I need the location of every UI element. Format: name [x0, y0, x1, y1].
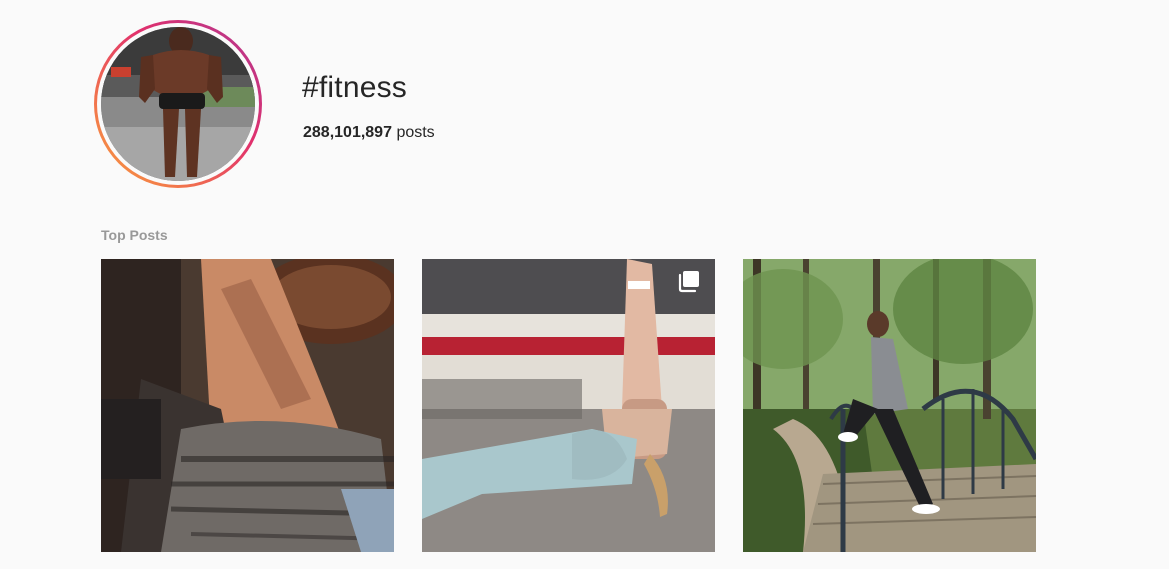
post-image: [101, 259, 394, 552]
top-posts-grid: [101, 259, 1036, 552]
post-image: [743, 259, 1036, 552]
hashtag-title: #fitness: [302, 71, 407, 104]
avatar-image: [101, 27, 255, 181]
post-thumbnail-3[interactable]: [743, 259, 1036, 552]
top-posts-heading: Top Posts: [101, 227, 168, 243]
post-thumbnail-2[interactable]: [422, 259, 715, 552]
post-image: [422, 259, 715, 552]
post-thumbnail-1[interactable]: [101, 259, 394, 552]
post-count-suffix: posts: [396, 124, 435, 141]
post-count-number: 288,101,897: [303, 124, 392, 141]
post-count: 288,101,897 posts: [303, 123, 435, 143]
hashtag-avatar-ring[interactable]: [94, 20, 262, 188]
multiple-photos-icon: [678, 271, 699, 293]
avatar-ring-gap: [97, 23, 259, 185]
hashtag-avatar: [101, 27, 255, 181]
